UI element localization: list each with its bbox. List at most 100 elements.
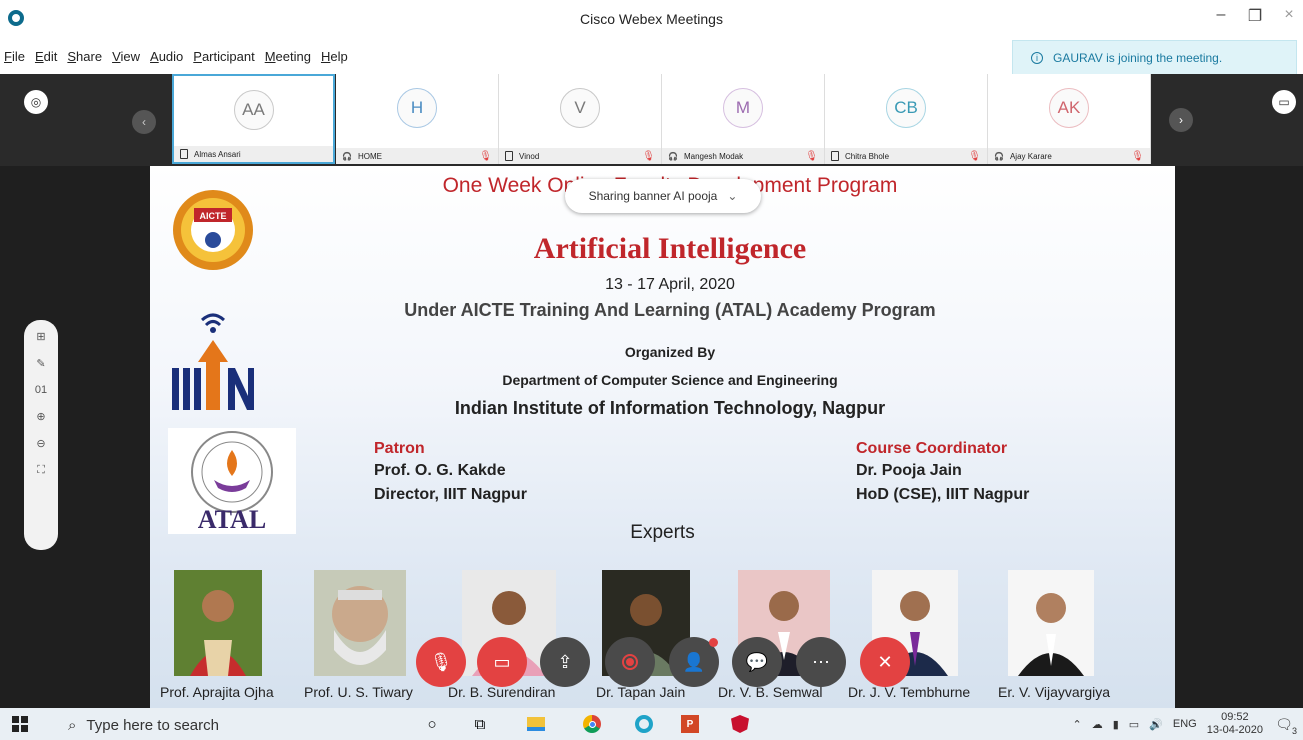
patron-name: Prof. O. G. Kakde bbox=[374, 462, 506, 479]
webex-icon[interactable] bbox=[634, 714, 654, 734]
menu-help[interactable]: Help bbox=[321, 49, 348, 64]
cortana-icon[interactable]: ○ bbox=[422, 714, 442, 734]
menu-meeting[interactable]: Meeting bbox=[265, 49, 311, 64]
close-icon[interactable]: × bbox=[1279, 6, 1299, 26]
expert-name: Dr. J. V. Tembhurne bbox=[848, 684, 971, 700]
powerpoint-icon[interactable]: P bbox=[680, 714, 700, 734]
share-button[interactable]: ⇪ bbox=[540, 637, 590, 687]
participant-tile[interactable]: CB Chitra Bhole 🎙 bbox=[825, 74, 988, 164]
expert-photo bbox=[174, 570, 262, 676]
participant-name: Mangesh Modak bbox=[683, 151, 744, 161]
clock-date: 13-04-2020 bbox=[1206, 724, 1263, 736]
avatar: H bbox=[397, 88, 437, 128]
pen-icon[interactable]: ✎ bbox=[36, 357, 45, 370]
stop-video-button[interactable]: ▭ bbox=[477, 637, 527, 687]
muted-icon: 🎙 bbox=[479, 150, 492, 162]
device-icon bbox=[180, 149, 188, 159]
menu-audio[interactable]: Audio bbox=[150, 49, 183, 64]
minimize-icon[interactable]: – bbox=[1211, 6, 1231, 26]
participant-tile[interactable]: AK 🎧 Ajay Karare 🎙 bbox=[988, 74, 1151, 164]
window-controls: – ❐ × bbox=[1211, 6, 1299, 26]
layout-icon[interactable]: ▭ bbox=[1272, 90, 1296, 114]
windows-start-icon[interactable] bbox=[0, 708, 40, 740]
scroll-left-icon[interactable]: ‹ bbox=[132, 110, 156, 134]
restore-icon[interactable]: ❐ bbox=[1245, 6, 1265, 26]
atal-logo: ATAL bbox=[168, 428, 296, 534]
organized-by: Organized By bbox=[624, 344, 716, 360]
institute-name: Indian Institute of Information Technolo… bbox=[454, 398, 886, 418]
notification-center-icon[interactable]: 🗨 3 bbox=[1273, 714, 1297, 736]
chat-button[interactable]: 💬 bbox=[732, 637, 782, 687]
file-explorer-icon[interactable] bbox=[526, 714, 546, 734]
volume-icon[interactable]: 🔊 bbox=[1149, 718, 1163, 731]
language-indicator[interactable]: ENG bbox=[1173, 718, 1197, 730]
usb-icon[interactable]: ▮ bbox=[1113, 718, 1119, 731]
atal-program-line: Under AICTE Training And Learning (ATAL)… bbox=[404, 300, 936, 320]
muted-icon: 🎙 bbox=[1131, 150, 1144, 162]
participant-tile[interactable]: V Vinod 🎙 bbox=[499, 74, 662, 164]
menu-participant[interactable]: Participant bbox=[193, 49, 254, 64]
headset-icon: 🎧 bbox=[668, 151, 678, 161]
system-tray: ⌃ ☁ ▮ ▭ 🔊 ENG 09:52 13-04-2020 🗨 3 bbox=[1072, 708, 1303, 740]
patron-heading: Patron bbox=[374, 440, 425, 457]
search-icon: ⌕ bbox=[68, 716, 77, 734]
participant-footer: Almas Ansari bbox=[174, 146, 333, 162]
coordinator-name: Dr. Pooja Jain bbox=[856, 462, 962, 479]
expert-photo bbox=[1008, 570, 1096, 676]
avatar: M bbox=[723, 88, 763, 128]
participant-footer: 🎧 Mangesh Modak 🎙 bbox=[662, 148, 824, 164]
more-options-button[interactable]: ⋯ bbox=[796, 637, 846, 687]
sharing-banner[interactable]: Sharing banner AI pooja ⌄ bbox=[565, 179, 761, 213]
aicte-logo: AICTE bbox=[172, 178, 254, 282]
task-view-icon[interactable]: ⧉ bbox=[470, 714, 490, 734]
webex-window: Cisco Webex Meetings – ❐ × File Edit Sha… bbox=[0, 0, 1303, 740]
headset-icon: 🎧 bbox=[994, 151, 1004, 161]
clock[interactable]: 09:52 13-04-2020 bbox=[1207, 711, 1263, 737]
onedrive-icon[interactable]: ☁ bbox=[1092, 718, 1103, 731]
grid-icon[interactable]: ⊞ bbox=[36, 330, 45, 343]
coordinator-heading: Course Coordinator bbox=[856, 440, 1008, 457]
subject-title: Artificial Intelligence bbox=[533, 232, 807, 265]
expert-name: Dr. V. B. Semwal bbox=[718, 684, 823, 700]
mcafee-icon[interactable] bbox=[730, 714, 750, 734]
taskbar-search[interactable]: ⌕ Type here to search bbox=[58, 712, 408, 738]
participant-strip: ◎ ‹ AA Almas Ansari H 🎧 HOME 🎙 V Vinod 🎙 M … bbox=[0, 74, 1303, 166]
sharing-banner-label: Sharing banner AI pooja bbox=[588, 189, 718, 203]
mute-button[interactable]: 🎙 bbox=[416, 637, 466, 687]
participant-footer: Vinod 🎙 bbox=[499, 148, 661, 164]
participant-footer: Chitra Bhole 🎙 bbox=[825, 148, 987, 164]
scroll-right-icon[interactable]: › bbox=[1169, 108, 1193, 132]
avatar: AK bbox=[1049, 88, 1089, 128]
department-name: Department of Computer Science and Engin… bbox=[502, 372, 838, 388]
participant-name: Ajay Karare bbox=[1009, 151, 1052, 161]
chevron-up-icon[interactable]: ⌃ bbox=[1072, 718, 1081, 731]
muted-icon: 🎙 bbox=[805, 150, 818, 162]
network-icon[interactable]: ▭ bbox=[1129, 718, 1139, 731]
participant-tile[interactable]: H 🎧 HOME 🎙 bbox=[336, 74, 499, 164]
expert-name: Er. V. Vijayvargiya bbox=[998, 684, 1111, 700]
window-title: Cisco Webex Meetings bbox=[580, 11, 723, 27]
avatar: AA bbox=[233, 90, 274, 130]
chrome-icon[interactable] bbox=[582, 714, 602, 734]
record-button[interactable] bbox=[605, 637, 655, 687]
participant-tile[interactable]: AA Almas Ansari bbox=[172, 74, 335, 164]
program-dates: 13 - 17 April, 2020 bbox=[605, 276, 735, 293]
meeting-info-icon[interactable]: ◎ bbox=[24, 90, 48, 114]
experts-heading: Experts bbox=[630, 522, 695, 543]
chevron-down-icon: ⌄ bbox=[727, 189, 738, 203]
device-icon bbox=[505, 151, 513, 161]
zoom-out-icon[interactable]: ⊖ bbox=[36, 437, 45, 450]
avatar: V bbox=[560, 88, 600, 128]
participant-tile[interactable]: M 🎧 Mangesh Modak 🎙 bbox=[662, 74, 825, 164]
menu-view[interactable]: View bbox=[112, 49, 140, 64]
search-placeholder: Type here to search bbox=[86, 716, 219, 734]
participant-name: Chitra Bhole bbox=[845, 151, 890, 161]
menu-edit[interactable]: Edit bbox=[35, 49, 57, 64]
menu-share[interactable]: Share bbox=[67, 49, 102, 64]
zoom-in-icon[interactable]: ⊕ bbox=[36, 410, 45, 423]
participants-alert-icon bbox=[709, 638, 718, 647]
leave-meeting-button[interactable]: ✕ bbox=[860, 637, 910, 687]
headset-icon: 🎧 bbox=[342, 151, 352, 161]
menu-file[interactable]: File bbox=[4, 49, 25, 64]
fit-icon[interactable]: ⛶ bbox=[37, 464, 45, 477]
